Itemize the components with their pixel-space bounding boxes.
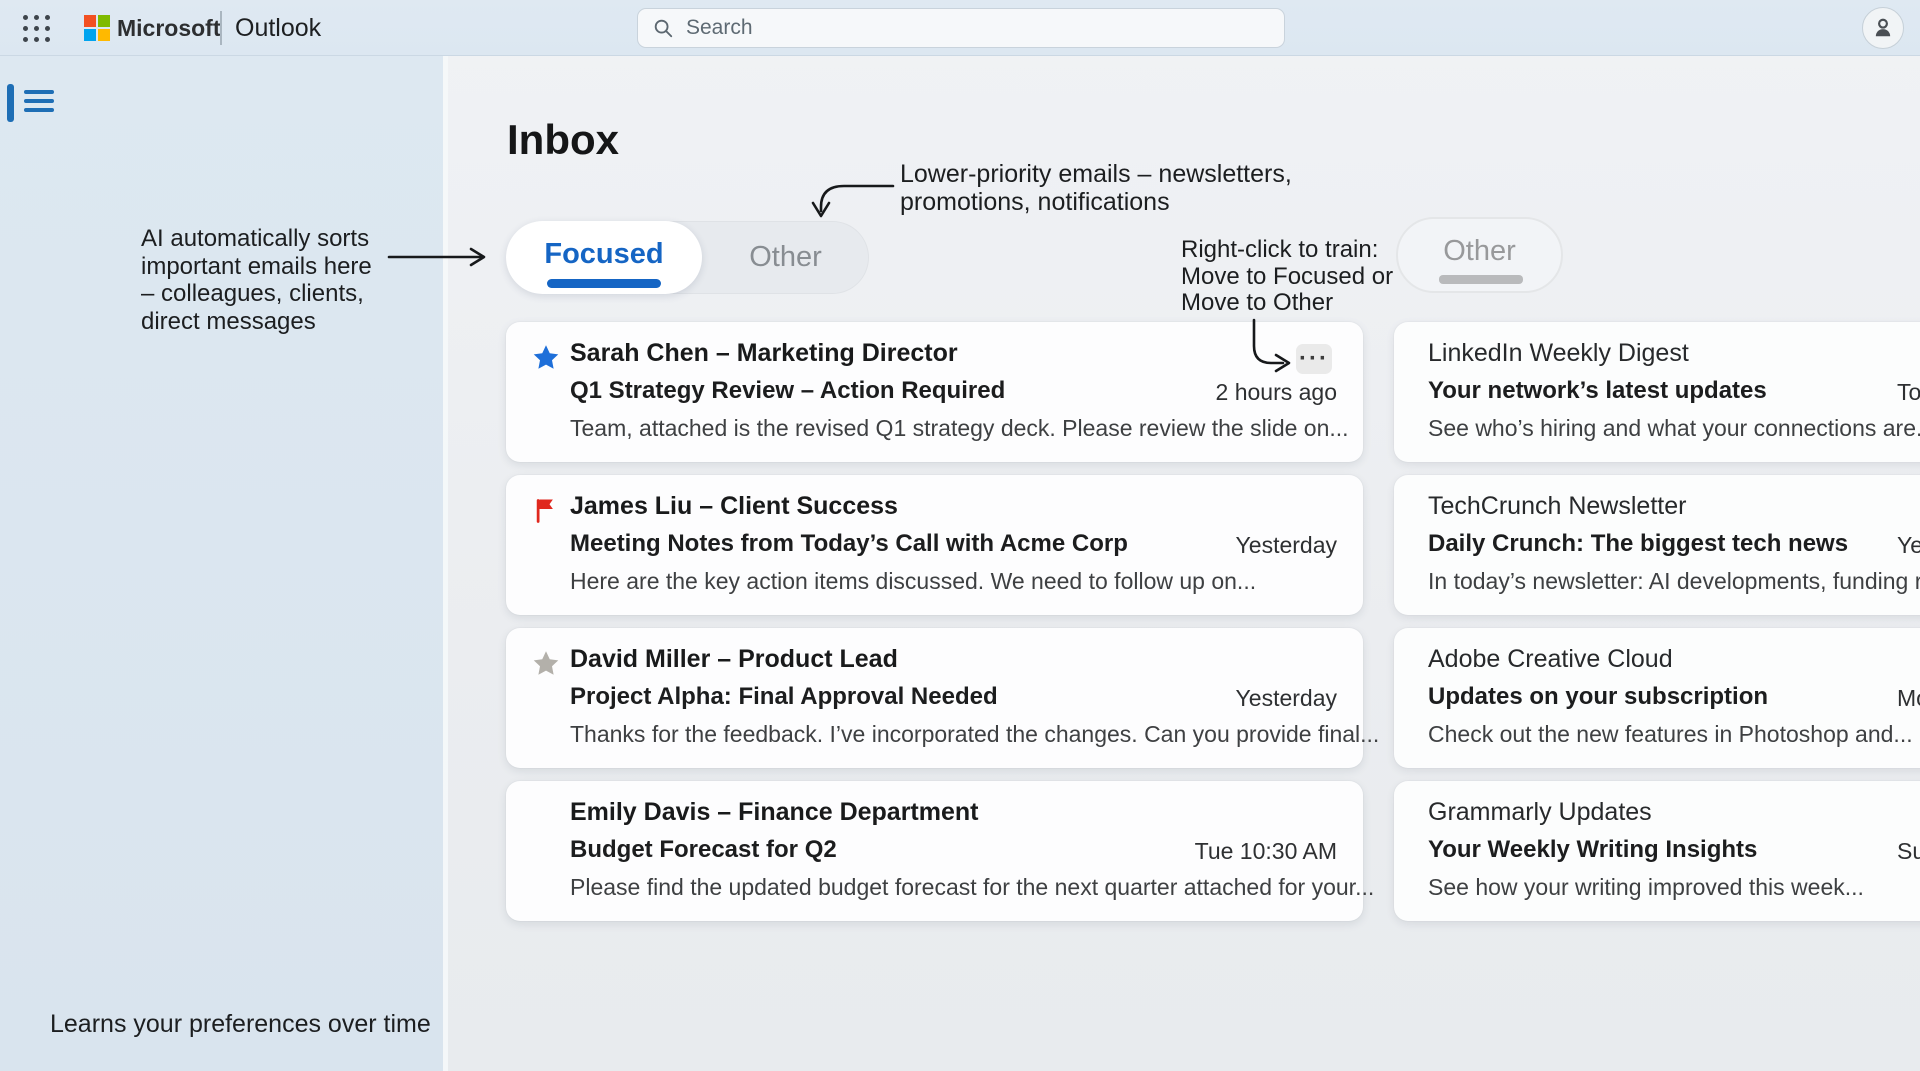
email-preview: See how your writing improved this week.… xyxy=(1428,874,1864,901)
email-subject: Your Weekly Writing Insights xyxy=(1428,836,1757,864)
microsoft-logo-icon xyxy=(84,15,110,41)
sidebar-divider xyxy=(443,56,448,1071)
annotation-other: Lower-priority emails – newsletters, pro… xyxy=(900,161,1292,216)
email-sender: LinkedIn Weekly Digest xyxy=(1428,339,1689,368)
app-launcher-button[interactable] xyxy=(14,9,58,47)
email-row-techcrunch[interactable]: TechCrunch Newsletter Daily Crunch: The … xyxy=(1394,475,1920,615)
tab-other[interactable]: Other xyxy=(702,221,869,294)
flag-icon[interactable] xyxy=(531,496,561,526)
email-time: To xyxy=(1897,379,1920,406)
tab-focused[interactable]: Focused xyxy=(506,221,702,294)
email-row-linkedin[interactable]: LinkedIn Weekly Digest Your network’s la… xyxy=(1394,322,1920,462)
inbox-tab-switch: Focused Other xyxy=(506,221,869,294)
more-options-button[interactable]: ··· xyxy=(1296,344,1332,374)
other-column-heading[interactable]: Other xyxy=(1396,217,1563,293)
brand-divider xyxy=(220,11,222,45)
email-sender: James Liu – Client Success xyxy=(570,492,898,521)
email-subject: Daily Crunch: The biggest tech news xyxy=(1428,530,1848,558)
outlook-window: Microsoft Outlook AI automatically sorts… xyxy=(0,0,1920,1071)
menu-toggle-button[interactable] xyxy=(22,86,56,118)
star-icon[interactable] xyxy=(531,343,561,373)
microsoft-brand-label: Microsoft xyxy=(117,15,221,42)
page-title: Inbox xyxy=(507,116,619,164)
email-time: Yesterday xyxy=(1236,532,1337,559)
email-row-adobe[interactable]: Adobe Creative Cloud Updates on your sub… xyxy=(1394,628,1920,768)
email-sender: Emily Davis – Finance Department xyxy=(570,798,978,827)
email-subject: Budget Forecast for Q2 xyxy=(570,836,837,864)
email-sender: David Miller – Product Lead xyxy=(570,645,898,674)
other-heading-underline xyxy=(1439,275,1523,284)
email-time: Mor xyxy=(1897,685,1920,712)
email-preview: Please find the updated budget forecast … xyxy=(570,874,1374,901)
annotation-focused: AI automatically sorts important emails … xyxy=(141,225,372,335)
email-preview: In today’s newsletter: AI developments, … xyxy=(1428,568,1920,595)
email-preview: Thanks for the feedback. I’ve incorporat… xyxy=(570,721,1379,748)
email-time: Sun xyxy=(1897,838,1920,865)
annotation-train: Right-click to train: Move to Focused or… xyxy=(1181,237,1393,317)
email-time: Tue 10:30 AM xyxy=(1195,838,1337,865)
email-preview: Team, attached is the revised Q1 strateg… xyxy=(570,415,1349,442)
email-sender: Sarah Chen – Marketing Director xyxy=(570,339,958,368)
email-time: 2 hours ago xyxy=(1216,379,1337,406)
left-sidebar xyxy=(0,56,443,1071)
email-row-emily-davis[interactable]: Emily Davis – Finance Department Budget … xyxy=(506,781,1363,921)
email-row-james-liu[interactable]: James Liu – Client Success Meeting Notes… xyxy=(506,475,1363,615)
email-preview: Here are the key action items discussed.… xyxy=(570,568,1256,595)
email-row-david-miller[interactable]: David Miller – Product Lead Project Alph… xyxy=(506,628,1363,768)
email-sender: Grammarly Updates xyxy=(1428,798,1652,827)
tab-focused-underline xyxy=(547,279,661,288)
email-subject: Q1 Strategy Review – Action Required xyxy=(570,377,1005,405)
email-time: Yest xyxy=(1897,532,1920,559)
search-input[interactable] xyxy=(686,16,1270,40)
email-subject: Your network’s latest updates xyxy=(1428,377,1767,405)
email-preview: Check out the new features in Photoshop … xyxy=(1428,721,1913,748)
hamburger-icon xyxy=(24,90,54,94)
email-subject: Updates on your subscription xyxy=(1428,683,1768,711)
search-icon xyxy=(652,17,674,39)
tab-other-label: Other xyxy=(749,241,822,274)
email-sender: TechCrunch Newsletter xyxy=(1428,492,1686,521)
app-name-label: Outlook xyxy=(235,14,321,43)
email-subject: Meeting Notes from Today’s Call with Acm… xyxy=(570,530,1128,558)
email-preview: See who’s hiring and what your connectio… xyxy=(1428,415,1920,442)
app-launcher-icon xyxy=(23,15,50,42)
email-sender: Adobe Creative Cloud xyxy=(1428,645,1673,674)
email-row-sarah-chen[interactable]: Sarah Chen – Marketing Director Q1 Strat… xyxy=(506,322,1363,462)
account-person-icon xyxy=(1870,15,1896,41)
tab-focused-label: Focused xyxy=(544,238,663,271)
email-time: Yesterday xyxy=(1236,685,1337,712)
other-heading-label: Other xyxy=(1443,235,1516,268)
email-row-grammarly[interactable]: Grammarly Updates Your Weekly Writing In… xyxy=(1394,781,1920,921)
star-icon[interactable] xyxy=(531,649,561,679)
top-bar: Microsoft Outlook xyxy=(0,0,1920,56)
annotation-learns: Learns your preferences over time xyxy=(50,1010,431,1039)
email-subject: Project Alpha: Final Approval Needed xyxy=(570,683,998,711)
account-button[interactable] xyxy=(1862,7,1904,49)
search-bar[interactable] xyxy=(637,8,1285,48)
sidebar-accent-bar xyxy=(7,84,14,122)
arrow-to-other xyxy=(821,186,893,211)
